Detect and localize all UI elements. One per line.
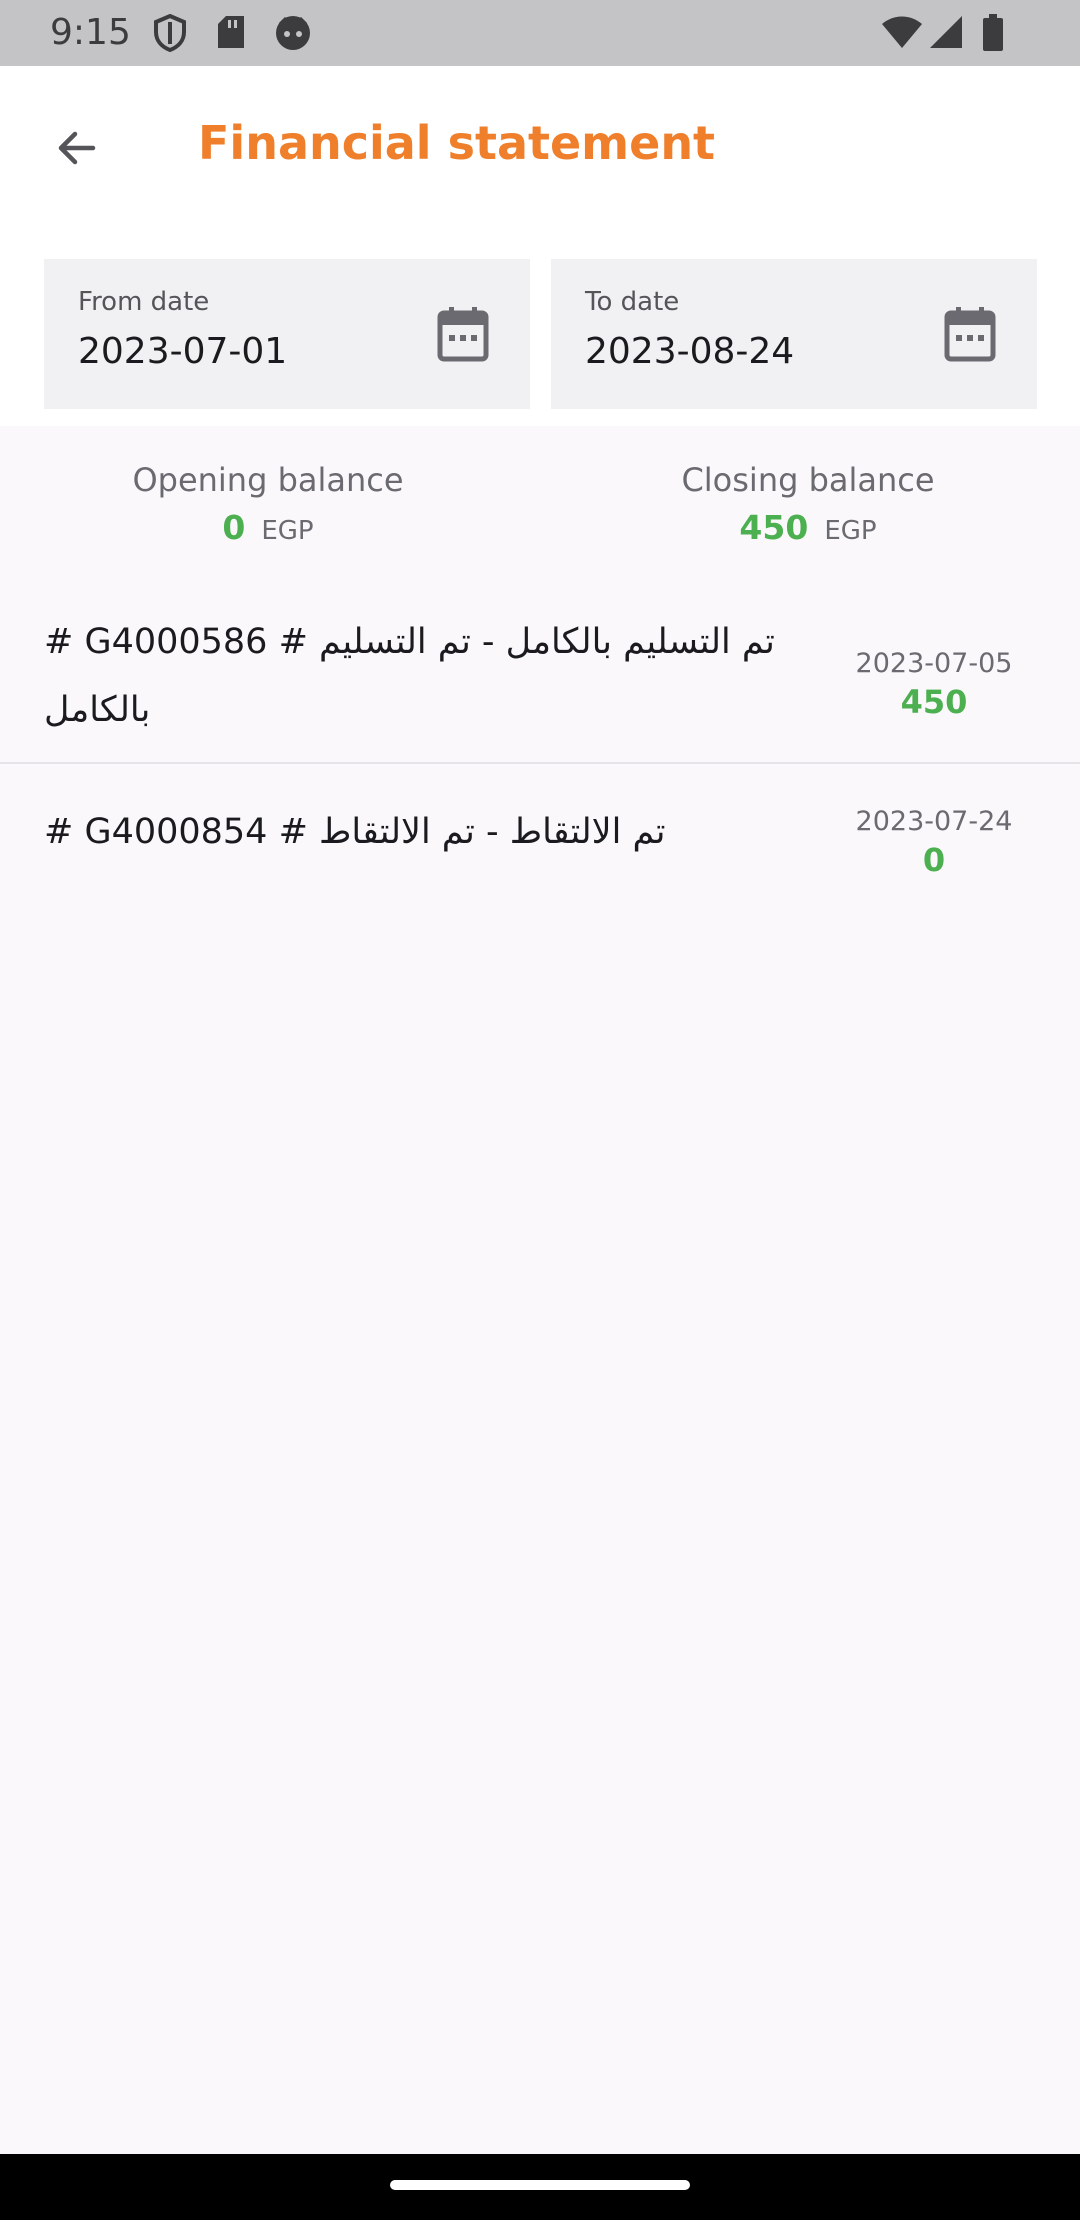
- signal-icon: [928, 14, 964, 54]
- transaction-date: 2023-07-05: [855, 648, 1013, 679]
- from-date-field[interactable]: From date 2023-07-01: [44, 259, 530, 409]
- opening-balance-currency: EGP: [261, 516, 314, 546]
- transaction-row[interactable]: تم التسليم بالكامل - تم التسليم # G40005…: [0, 602, 1080, 762]
- status-time: 9:15: [50, 12, 131, 53]
- to-date-value: 2023-08-24: [585, 331, 795, 372]
- from-date-value: 2023-07-01: [78, 331, 288, 372]
- closing-balance-value: 450 EGP: [608, 506, 1008, 556]
- closing-balance: Closing balance 450 EGP: [608, 458, 1008, 556]
- arrow-back-icon: [53, 124, 101, 176]
- transaction-description: تم الالتقاط - تم الالتقاط # G4000854 #: [44, 812, 666, 852]
- page-title: Financial statement: [198, 116, 716, 170]
- sd-card-icon: [216, 14, 246, 54]
- calendar-icon[interactable]: [943, 305, 997, 363]
- transaction-date: 2023-07-24: [855, 806, 1013, 837]
- wifi-icon: [880, 14, 924, 54]
- navigation-bar: [0, 2154, 1080, 2220]
- closing-balance-amount: 450: [739, 508, 809, 547]
- transaction-description: تم التسليم بالكامل - تم التسليم # G40005…: [44, 622, 775, 730]
- transaction-meta: 2023-07-05 450: [834, 646, 1034, 722]
- closing-balance-label: Closing balance: [681, 461, 935, 499]
- to-date-label: To date: [585, 287, 680, 317]
- status-bar: 9:15: [0, 0, 1080, 66]
- opening-balance-amount: 0: [222, 508, 246, 547]
- closing-balance-currency: EGP: [824, 516, 877, 546]
- balances-summary: Opening balance 0 EGP Closing balance 450…: [0, 426, 1080, 586]
- opening-balance-value: 0 EGP: [68, 506, 468, 556]
- transaction-amount: 450: [900, 683, 968, 721]
- transaction-row[interactable]: تم الالتقاط - تم الالتقاط # G4000854 # 2…: [0, 764, 1080, 904]
- to-date-field[interactable]: To date 2023-08-24: [551, 259, 1037, 409]
- calendar-icon[interactable]: [436, 305, 490, 363]
- from-date-label: From date: [78, 287, 210, 317]
- transaction-meta: 2023-07-24 0: [834, 804, 1034, 880]
- shield-icon: [152, 13, 188, 56]
- home-indicator[interactable]: [390, 2180, 690, 2190]
- transaction-amount: 0: [922, 841, 946, 879]
- battery-icon: [982, 14, 1004, 56]
- opening-balance: Opening balance 0 EGP: [68, 458, 468, 556]
- face-icon: [274, 14, 312, 56]
- opening-balance-label: Opening balance: [132, 461, 404, 499]
- back-button[interactable]: [40, 113, 114, 187]
- app-bar: Financial statement From date 2023-07-01…: [0, 66, 1080, 426]
